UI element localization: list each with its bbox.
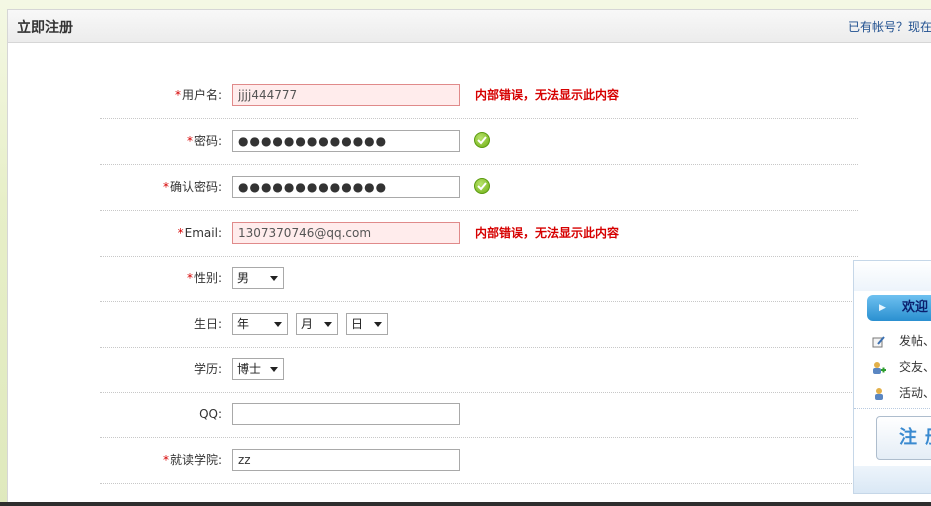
gender-label: *性别: — [186, 271, 222, 285]
check-icon — [474, 178, 490, 194]
chevron-down-icon — [270, 276, 278, 281]
bottom-bar — [0, 502, 931, 506]
school-label: *就读学院: — [162, 453, 222, 467]
user-icon — [872, 387, 886, 401]
birthday-label: 生日: — [193, 317, 222, 331]
welcome-sidebar: ▶欢迎 发帖、 交友、 活动、 注册 — [853, 260, 931, 494]
required-mark: * — [177, 226, 184, 240]
sidebar-footer — [854, 466, 931, 493]
register-button[interactable]: 注册 — [876, 416, 931, 460]
required-mark: * — [186, 134, 193, 148]
sidebar-divider — [854, 408, 931, 409]
chevron-down-icon — [274, 322, 282, 327]
school-row: *就读学院: — [100, 438, 858, 484]
password-row: *密码: ●●●●●●●●●●●●● — [100, 119, 858, 165]
password-input[interactable]: ●●●●●●●●●●●●● — [232, 130, 460, 152]
email-error: 内部错误，无法显示此内容 — [475, 226, 620, 240]
qq-row: QQ: — [100, 392, 858, 438]
gender-select[interactable]: 男 — [232, 267, 284, 289]
sidebar-item-post: 发帖、 — [872, 332, 931, 349]
sidebar-item-friends: 交友、 — [872, 358, 931, 375]
qq-input[interactable] — [232, 403, 460, 425]
password-label: *密码: — [186, 134, 222, 148]
required-mark: * — [162, 453, 169, 467]
birthday-row: 生日: 年 月 日 — [100, 302, 858, 348]
login-link[interactable]: 已有帐号？现在 — [848, 18, 931, 35]
school-input[interactable] — [232, 449, 460, 471]
chevron-down-icon — [324, 322, 332, 327]
email-input[interactable] — [232, 222, 460, 244]
pencil-icon — [872, 335, 886, 349]
education-row: 学历: 博士 — [100, 347, 858, 393]
username-input[interactable] — [232, 84, 460, 106]
username-row: *用户名: 内部错误，无法显示此内容 — [100, 73, 858, 119]
check-icon — [474, 132, 490, 148]
education-label: 学历: — [193, 362, 222, 376]
confirm-password-row: *确认密码: ●●●●●●●●●●●●● — [100, 165, 858, 211]
welcome-tab[interactable]: ▶ 欢迎 — [867, 295, 931, 321]
qq-label: QQ: — [199, 407, 222, 421]
page-title: 立即注册 — [17, 20, 73, 36]
panel-header: 立即注册 已有帐号？现在 — [8, 10, 931, 43]
required-mark: * — [186, 271, 193, 285]
sidebar-item-activity: 活动、 — [872, 384, 931, 401]
birthday-year-select[interactable]: 年 — [232, 313, 288, 335]
birthday-month-select[interactable]: 月 — [296, 313, 338, 335]
username-error: 内部错误，无法显示此内容 — [475, 88, 620, 102]
confirm-password-label: *确认密码: — [162, 180, 222, 194]
required-mark: * — [162, 180, 169, 194]
add-user-icon — [872, 361, 886, 375]
arrow-right-icon: ▶ — [879, 303, 886, 313]
required-mark: * — [174, 88, 181, 102]
email-row: *Email: 内部错误，无法显示此内容 — [100, 211, 858, 257]
username-label: *用户名: — [174, 88, 222, 102]
birthday-day-select[interactable]: 日 — [346, 313, 388, 335]
chevron-down-icon — [270, 367, 278, 372]
sidebar-header — [854, 261, 931, 291]
education-select[interactable]: 博士 — [232, 358, 284, 380]
gender-row: *性别: 男 — [100, 256, 858, 302]
chevron-down-icon — [374, 322, 382, 327]
email-label: *Email: — [177, 226, 222, 240]
confirm-password-input[interactable]: ●●●●●●●●●●●●● — [232, 176, 460, 198]
